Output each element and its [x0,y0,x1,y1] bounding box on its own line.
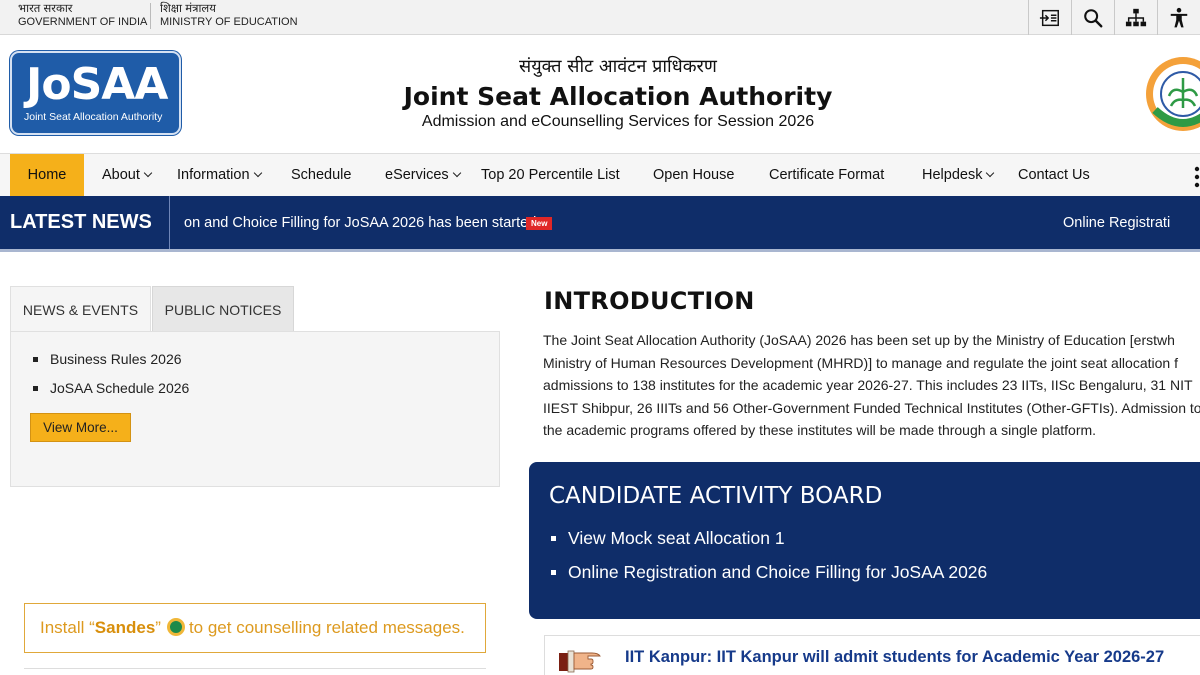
site-subtitle: Admission and eCounselling Services for … [421,113,815,130]
gov-india-hindi: भारत सरकार [18,3,73,15]
chevron-down-icon [452,168,461,178]
nav-schedule[interactable]: Schedule [291,154,351,197]
nav-information[interactable]: Information [177,154,262,197]
list-item[interactable]: Business Rules 2026 [33,350,189,379]
sandes-quote: ” [155,618,161,637]
search-icon[interactable] [1071,0,1114,35]
site-title: Joint Seat Allocation Authority [403,82,833,111]
candidate-activity-board: CANDIDATE ACTIVITY BOARD View Mock seat … [529,462,1200,619]
announcement-card: IIT Kanpur: IIT Kanpur will admit studen… [544,635,1200,675]
new-badge: New [526,217,553,230]
introduction-text: The Joint Seat Allocation Authority (JoS… [543,329,1200,442]
introduction-heading: INTRODUCTION [544,287,755,315]
news-ticker: on and Choice Filling for JoSAA 2026 has… [172,196,1172,249]
view-more-button[interactable]: View More... [30,413,131,442]
nav-about[interactable]: About [102,154,153,197]
more-menu-icon[interactable] [1192,166,1200,188]
announcement-link[interactable]: IIT Kanpur: IIT Kanpur will admit studen… [625,648,1164,667]
header-titles: संयुक्त सीट आवंटन प्राधिकरण Joint Seat A… [318,54,918,131]
emblem-icon [1143,52,1200,136]
gov-india-english: GOVERNMENT OF INDIA [18,16,148,28]
cab-link[interactable]: Online Registration and Choice Filling f… [551,562,987,596]
sandes-app-name: Sandes [94,618,156,637]
gov-ministry-english: MINISTRY OF EDUCATION [160,16,298,28]
tab-public-notices[interactable]: PUBLIC NOTICES [152,286,294,332]
nav-about-label: About [102,167,140,183]
nav-helpdesk[interactable]: Helpdesk [922,154,995,197]
tab-news-events[interactable]: NEWS & EVENTS [10,286,151,332]
news-events-list: Business Rules 2026 JoSAA Schedule 2026 [33,350,189,408]
gov-india-label[interactable]: भारत सरकार GOVERNMENT OF INDIA [18,3,147,29]
intro-line: Ministry of Human Resources Development … [543,354,1178,371]
list-item[interactable]: JoSAA Schedule 2026 [33,379,189,408]
ticker-item[interactable]: Online Registrati [1063,215,1170,231]
news-events-panel: Business Rules 2026 JoSAA Schedule 2026 … [10,331,500,487]
gov-ministry-hindi: शिक्षा मंत्रालय [160,3,216,15]
sandes-banner[interactable]: Install “Sandes” to get counselling relat… [24,603,486,653]
intro-line: IIEST Shibpur, 26 IIITs and 56 Other-Gov… [543,399,1200,416]
latest-news-bar: LATEST NEWS on and Choice Filling for Jo… [0,196,1200,252]
sandes-logo-icon [166,618,185,636]
accessibility-icon[interactable] [1157,0,1200,35]
cab-list: View Mock seat Allocation 1 Online Regis… [551,528,987,596]
nav-open-house[interactable]: Open House [653,154,734,197]
sitemap-icon[interactable] [1114,0,1157,35]
logo-text: JoSAA [26,59,168,110]
sandes-tail: to get counselling related messages. [188,618,465,637]
ticker-item[interactable]: on and Choice Filling for JoSAA 2026 has… [184,215,540,231]
josaa-logo[interactable]: JoSAA Joint Seat Allocation Authority [10,51,181,135]
main-nav: Home About Information Schedule eService… [0,153,1200,197]
site-header: JoSAA Joint Seat Allocation Authority सं… [0,36,1200,153]
nav-home[interactable]: Home [10,154,84,197]
divider [24,668,486,669]
intro-line: The Joint Seat Allocation Authority (JoS… [543,332,1175,348]
gov-ministry-label[interactable]: शिक्षा मंत्रालय MINISTRY OF EDUCATION [150,3,298,29]
chevron-down-icon [253,168,262,178]
chevron-down-icon [143,168,153,178]
intro-line: the academic programs offered by these i… [543,422,1097,439]
latest-news-label: LATEST NEWS [0,196,170,249]
nav-eservices-label: eServices [385,167,449,183]
gov-bar: भारत सरकार GOVERNMENT OF INDIA शिक्षा मं… [0,0,1200,35]
nav-information-label: Information [177,167,250,183]
sandes-prefix: Install “ [40,618,95,637]
intro-line: admissions to 138 institutes for the aca… [543,377,1193,394]
nav-eservices[interactable]: eServices [385,154,461,197]
gov-tools [1028,0,1200,35]
nav-certificate-format[interactable]: Certificate Format [769,154,884,197]
cab-heading: CANDIDATE ACTIVITY BOARD [549,483,883,509]
hindi-title: संयुक्त सीट आवंटन प्राधिकरण [519,56,717,77]
pointing-hand-icon [559,645,605,673]
chevron-down-icon [986,168,995,178]
skip-to-content-icon[interactable] [1028,0,1071,35]
cab-link[interactable]: View Mock seat Allocation 1 [551,528,987,562]
nav-top20-percentile[interactable]: Top 20 Percentile List [481,154,620,197]
nav-contact-us[interactable]: Contact Us [1018,154,1090,197]
nav-helpdesk-label: Helpdesk [922,167,983,183]
logo-subtitle: Joint Seat Allocation Authority [24,111,163,123]
